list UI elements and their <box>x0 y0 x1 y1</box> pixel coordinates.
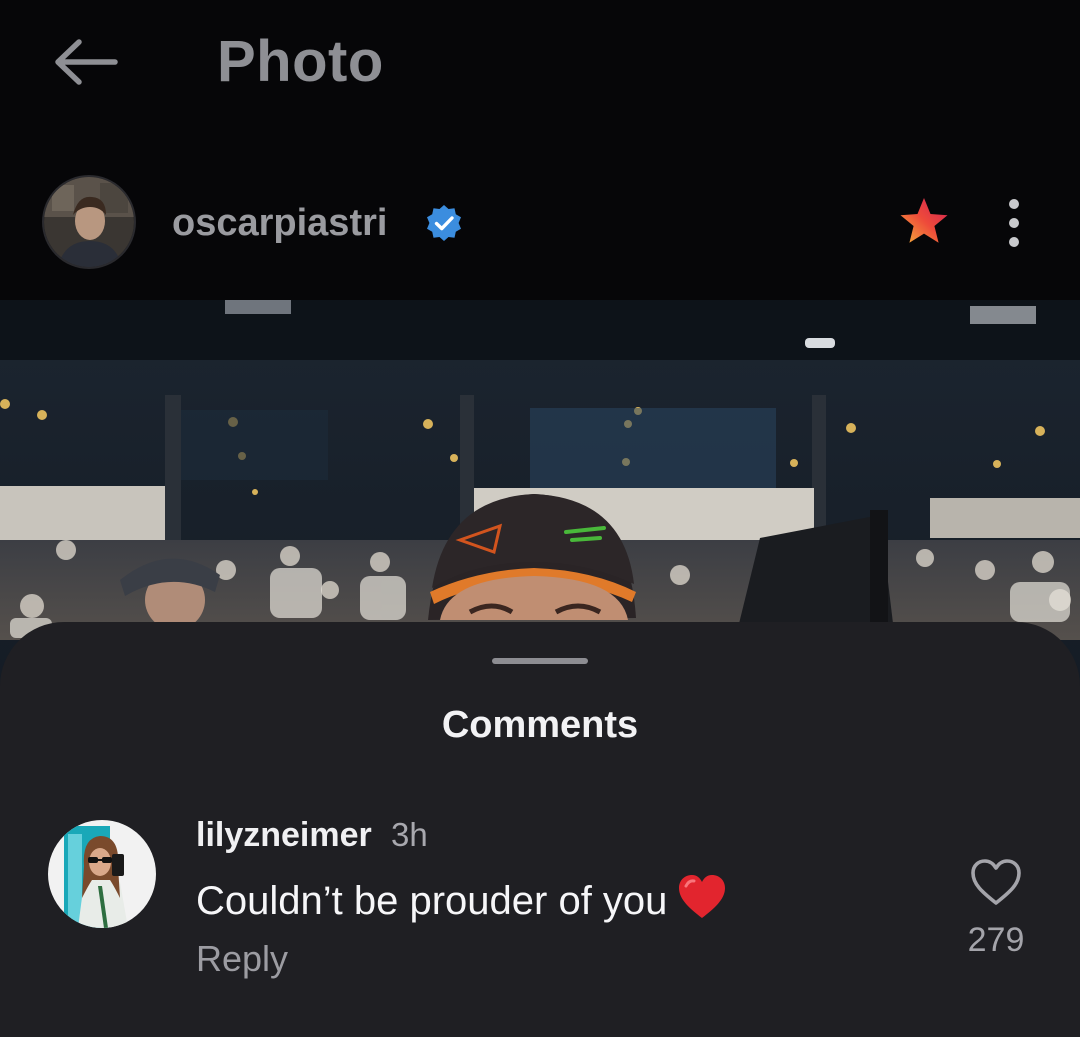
comments-title: Comments <box>441 704 639 746</box>
comment-text: Couldn’t be prouder of you <box>196 874 727 925</box>
post-username[interactable]: oscarpiastri <box>172 200 387 246</box>
sheet-drag-handle[interactable] <box>492 658 588 664</box>
arrow-left-icon <box>55 39 118 85</box>
like-count: 279 <box>967 921 1025 959</box>
comments-sheet: Comments lilyzneimer 3h Couldn’t be prou… <box>0 622 1080 1037</box>
like-comment-button[interactable] <box>968 856 1024 908</box>
favorite-button[interactable] <box>896 194 952 250</box>
back-button[interactable] <box>44 30 124 94</box>
photo-screen: Photo oscarpiastri Comments lilyzneimer … <box>0 0 1080 1037</box>
comment-body: Couldn’t be prouder of you <box>196 879 668 923</box>
red-heart-emoji-icon <box>679 875 726 918</box>
top-bar: Photo <box>0 0 1080 130</box>
commenter-username[interactable]: lilyzneimer <box>196 815 372 855</box>
post-author-avatar[interactable] <box>44 177 134 267</box>
verified-badge-icon <box>427 205 461 241</box>
star-icon <box>900 198 948 243</box>
page-title: Photo <box>217 29 384 94</box>
post-header: oscarpiastri <box>0 130 1080 300</box>
more-vertical-icon <box>1009 199 1019 209</box>
heart-outline-icon <box>971 859 1021 905</box>
comment-timestamp: 3h <box>391 816 428 853</box>
more-options-button[interactable] <box>990 192 1038 254</box>
reply-button[interactable]: Reply <box>196 937 288 981</box>
commenter-avatar[interactable] <box>48 820 156 928</box>
